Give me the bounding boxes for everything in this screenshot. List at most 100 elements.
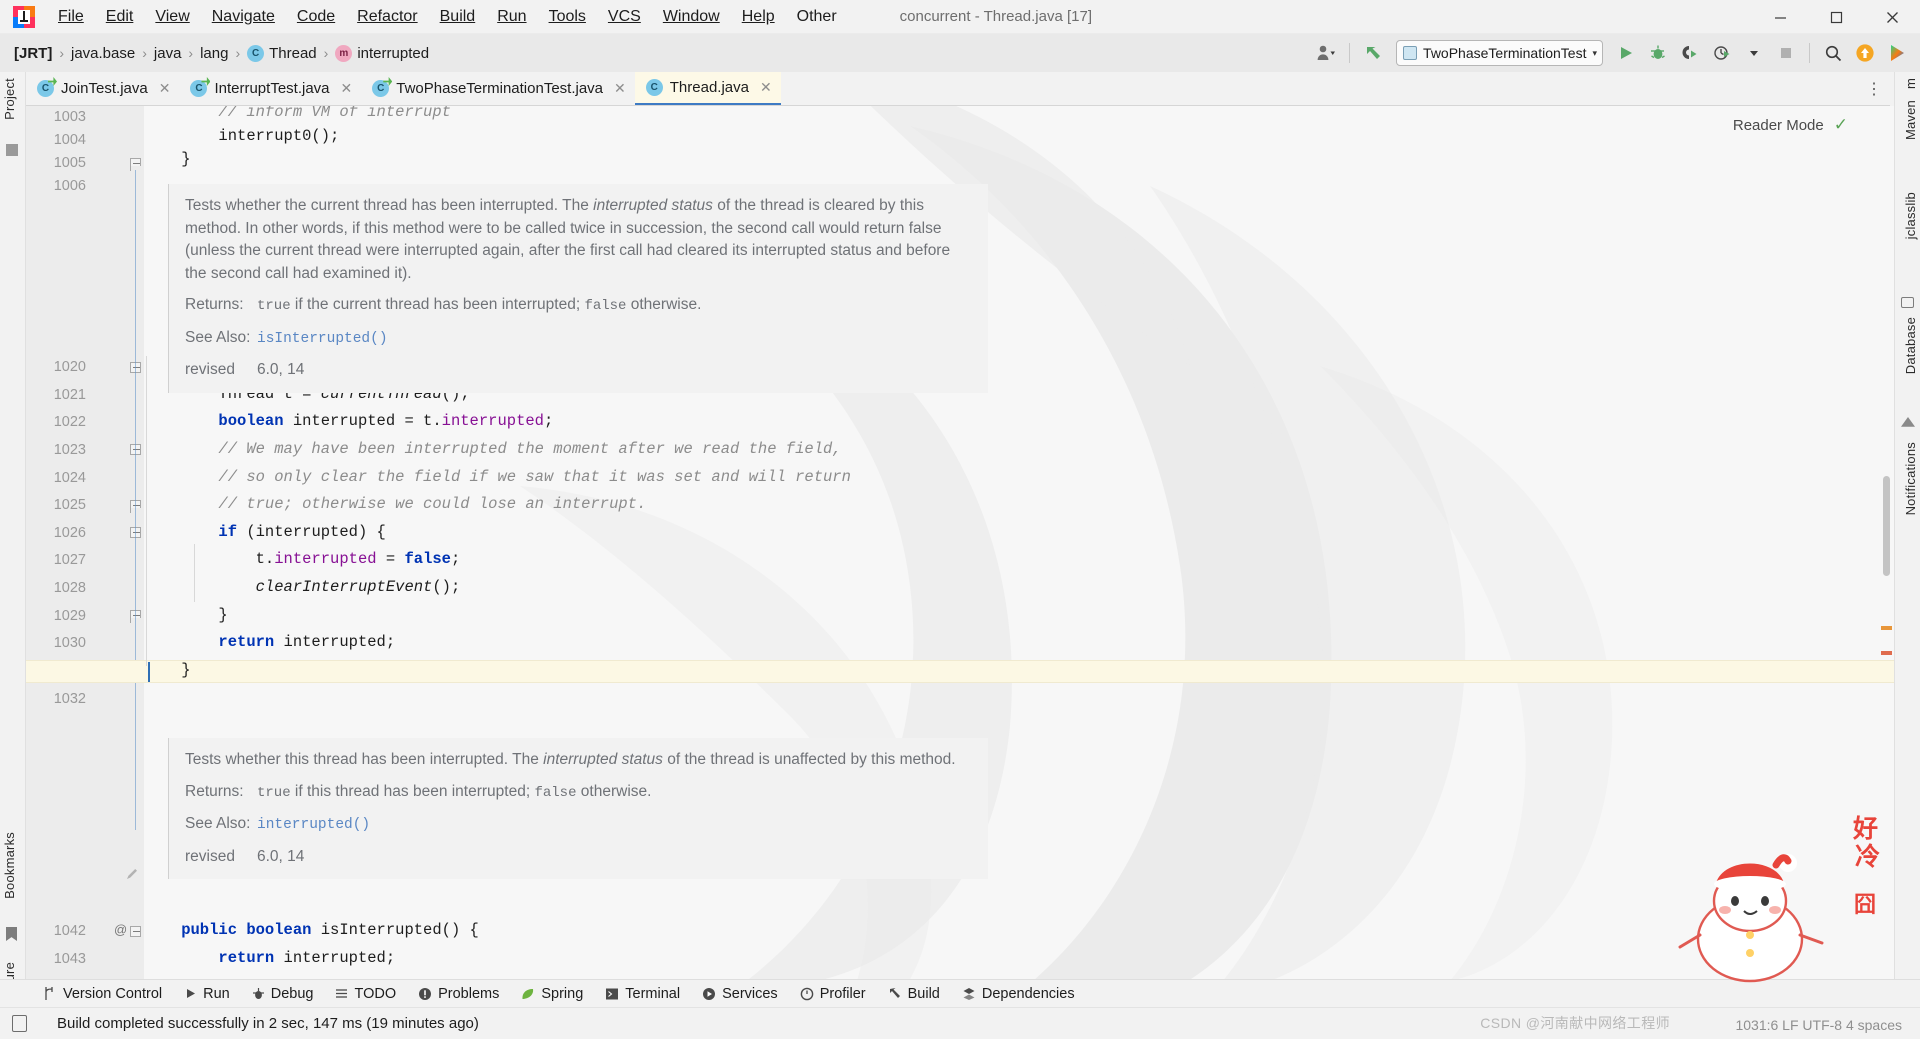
menu-help-label: Help [741, 7, 775, 25]
error-stripe-marker[interactable] [1881, 651, 1892, 655]
navigation-bar: [JRT] › java.base › java › lang › C Thre… [0, 34, 1920, 72]
fold-marker[interactable] [130, 610, 142, 623]
toolwindow-build[interactable]: Build [877, 980, 951, 1008]
toolwindow-debug[interactable]: Debug [241, 980, 325, 1008]
menu-other[interactable]: Other [786, 6, 848, 28]
menu-help[interactable]: Help [731, 6, 786, 28]
sidebar-item-project[interactable]: Project [2, 78, 17, 120]
sidebar-item-maven[interactable]: Maven [1903, 100, 1918, 140]
update-project-icon[interactable] [1850, 38, 1880, 68]
maximize-button[interactable] [1808, 0, 1864, 34]
sidebar-item-jclasslib[interactable]: jclasslib [1903, 192, 1918, 239]
menu-file[interactable]: File [47, 6, 95, 28]
javadoc-seealso-link[interactable]: isInterrupted() [257, 331, 388, 347]
toolwindow-profiler[interactable]: Profiler [789, 980, 877, 1008]
minimize-button[interactable] [1752, 0, 1808, 34]
toolwindow-problems[interactable]: Problems [407, 980, 510, 1008]
close-icon[interactable]: ✕ [760, 79, 772, 96]
breadcrumb-interrupted[interactable]: m interrupted [335, 44, 429, 62]
editor-vertical-scrollbar[interactable] [1883, 476, 1890, 576]
menu-run-label: Run [497, 7, 527, 25]
tab-label: InterruptTest.java [214, 80, 330, 97]
editor-gutter[interactable]: 1003 1004 1005 1006 1020 1021 1022 1023 … [26, 106, 144, 979]
breadcrumb-javabase[interactable]: java.base [71, 45, 135, 62]
toolwindow-run[interactable]: Run [173, 980, 241, 1008]
search-everywhere-icon[interactable] [1818, 38, 1848, 68]
class-icon: C [247, 44, 265, 62]
run-configuration-selector[interactable]: TwoPhaseTerminationTest ▾ [1396, 40, 1603, 66]
user-profile-icon[interactable] [1311, 38, 1341, 68]
fold-marker[interactable] [130, 444, 142, 456]
javadoc-returns-end: otherwise. [576, 782, 652, 800]
fold-marker[interactable] [130, 158, 142, 171]
code-line-1026: if (interrupted) { [144, 523, 386, 541]
close-icon[interactable]: ✕ [159, 80, 171, 97]
line-number: 1021 [53, 387, 86, 403]
toolwindow-spring[interactable]: Spring [510, 980, 594, 1008]
branch-icon [45, 987, 53, 1000]
edit-pencil-icon[interactable] [124, 866, 140, 882]
fold-marker[interactable] [130, 500, 142, 513]
sidebar-item-bookmarks[interactable]: Bookmarks [2, 832, 17, 899]
breadcrumb-lang[interactable]: lang [200, 45, 228, 62]
menu-view[interactable]: View [144, 6, 200, 28]
menu-refactor[interactable]: Refactor [346, 6, 428, 28]
run-button[interactable] [1611, 38, 1641, 68]
breadcrumb-sep: › [323, 45, 329, 61]
tab-overflow-menu[interactable]: ⋮ [1858, 79, 1890, 105]
menu-run[interactable]: Run [486, 6, 537, 28]
menu-file-label: File [58, 7, 84, 25]
toolwindow-label: Spring [541, 985, 584, 1002]
toolwindow-version-control[interactable]: Version Control [32, 980, 173, 1008]
sidebar-item-database[interactable]: Database [1903, 317, 1918, 374]
breadcrumb-java[interactable]: java [154, 45, 182, 62]
back-arrow-icon[interactable] [1358, 38, 1388, 68]
fold-marker[interactable] [130, 926, 142, 938]
error-stripe-marker[interactable] [1881, 626, 1892, 630]
code-editor[interactable]: Reader Mode ✓ 1003 1004 1005 1006 1020 1… [26, 106, 1894, 979]
fold-marker[interactable] [130, 362, 142, 374]
menu-tools[interactable]: Tools [538, 6, 597, 28]
intellij-idea-logo [13, 5, 35, 28]
javadoc-revised-row: revised 6.0, 14 [185, 846, 974, 869]
fold-marker[interactable] [130, 527, 142, 539]
menu-vcs[interactable]: VCS [597, 6, 652, 28]
menu-navigate[interactable]: Navigate [201, 6, 286, 28]
line-number: 1020 [53, 359, 86, 375]
breadcrumb-jrt[interactable]: [JRT] [14, 45, 52, 62]
chevron-down-icon[interactable] [1739, 38, 1769, 68]
tab-interrupttest[interactable]: C InterruptTest.java ✕ [179, 72, 361, 105]
menu-edit[interactable]: Edit [95, 6, 145, 28]
toolwindow-dependencies[interactable]: Dependencies [951, 980, 1086, 1008]
tab-thread[interactable]: C Thread.java ✕ [634, 72, 781, 105]
toolwindow-terminal[interactable]: Terminal [594, 980, 691, 1008]
debug-button[interactable] [1643, 38, 1673, 68]
line-number: 1027 [53, 552, 86, 568]
tab-label: TwoPhaseTerminationTest.java [396, 80, 604, 97]
tab-jointest[interactable]: C JoinTest.java ✕ [26, 72, 179, 105]
menu-navigate-label: Navigate [211, 7, 275, 25]
close-icon[interactable]: ✕ [341, 80, 353, 97]
toolwindow-todo[interactable]: TODO [324, 980, 407, 1008]
run-with-coverage-button[interactable] [1675, 38, 1705, 68]
run-config-icon [1403, 46, 1418, 60]
profile-button[interactable] [1707, 38, 1737, 68]
sidebar-item-bookmarks-label: Bookmarks [2, 832, 17, 899]
ai-assistant-icon[interactable] [1882, 38, 1912, 68]
sidebar-item-m[interactable]: m [1903, 78, 1918, 89]
menu-window-label: Window [662, 7, 720, 25]
close-icon[interactable]: ✕ [614, 80, 626, 97]
sidebar-item-notifications[interactable]: Notifications [1903, 442, 1918, 515]
close-button[interactable] [1864, 0, 1920, 34]
menu-build[interactable]: Build [429, 6, 487, 28]
menu-window[interactable]: Window [652, 6, 731, 28]
line-number: 1025 [53, 497, 86, 513]
javadoc-seealso-link[interactable]: interrupted() [257, 817, 370, 833]
toolwindow-services[interactable]: Services [691, 980, 789, 1008]
line-number: 1028 [53, 580, 86, 596]
tab-twophaseterminationtest[interactable]: C TwoPhaseTerminationTest.java ✕ [361, 72, 635, 105]
breadcrumb-thread[interactable]: C Thread [247, 44, 317, 62]
javadoc-text-a: Tests whether this thread has been inter… [185, 751, 544, 768]
menu-code[interactable]: Code [286, 6, 346, 28]
menu-tools-label: Tools [548, 7, 586, 25]
